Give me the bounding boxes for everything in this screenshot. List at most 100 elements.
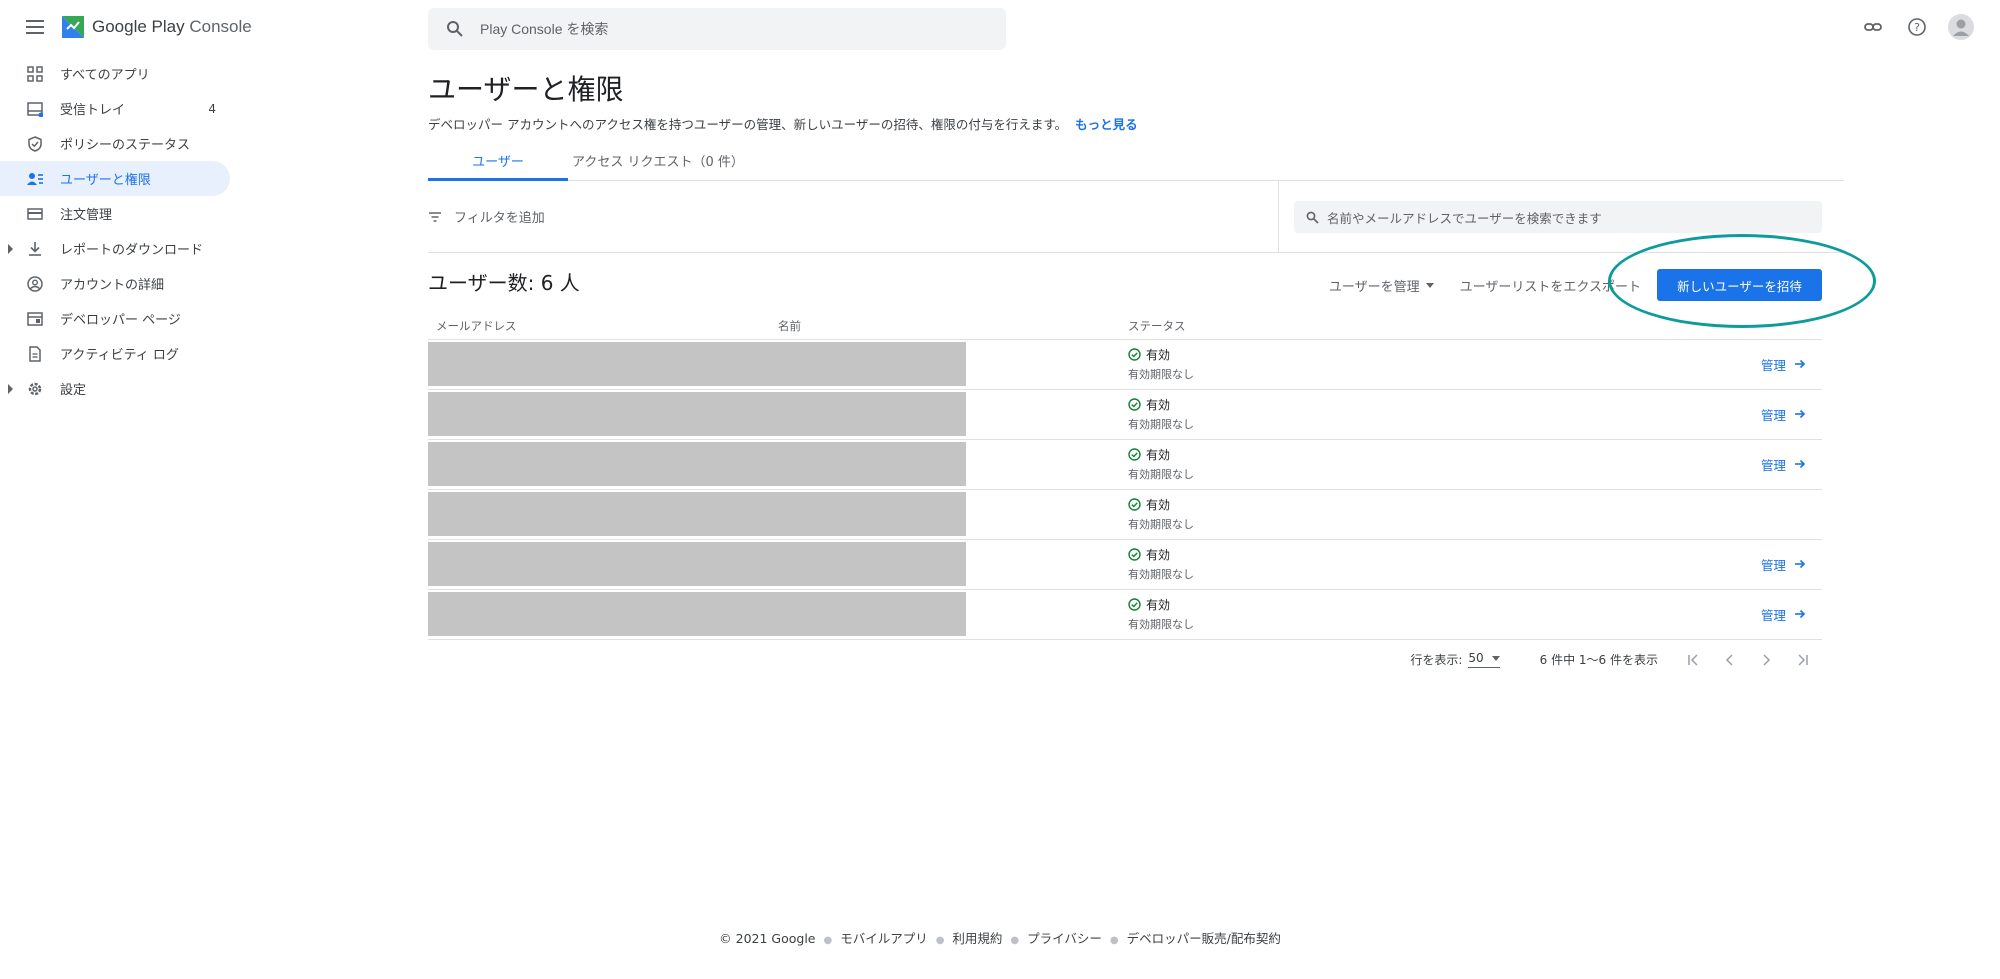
expand-caret-icon[interactable] [8, 384, 13, 394]
sidebar-item-account-details[interactable]: アカウントの詳細 [0, 266, 230, 301]
rows-per-page-select[interactable]: 50 [1468, 651, 1500, 668]
page-description: デベロッパー アカウントへのアクセス権を持つユーザーの管理、新しいユーザーの招待… [428, 114, 1838, 133]
expiry-text: 有効期限なし [1128, 368, 1194, 381]
manage-label: 管理 [1760, 557, 1786, 573]
table-row[interactable]: 有効 有効期限なし [428, 489, 1822, 540]
add-filter-button[interactable]: フィルタを追加 [428, 207, 545, 226]
sidebar-item-label: アクティビティ ログ [60, 348, 179, 363]
export-user-list-button[interactable]: ユーザーリストをエクスポート [1460, 276, 1641, 295]
sidebar-item-label: レポートのダウンロード [60, 243, 204, 258]
redacted-block [428, 592, 966, 636]
check-circle-icon [1128, 598, 1141, 611]
manage-label: 管理 [1760, 357, 1786, 373]
arrow-right-icon [1795, 459, 1806, 469]
footer-separator: ● [935, 935, 945, 946]
column-header-email[interactable]: メールアドレス [428, 313, 778, 340]
sidebar-item-download-reports[interactable]: レポートのダウンロード [0, 231, 230, 266]
footer-link-mobile-app[interactable]: モバイルアプリ [840, 931, 928, 946]
check-circle-icon [1128, 548, 1141, 561]
sidebar-item-policy-status[interactable]: ポリシーのステータス [0, 126, 230, 161]
sidebar-item-settings[interactable]: 設定 [0, 371, 230, 406]
status-badge: 有効 [1146, 548, 1171, 562]
footer-link-terms[interactable]: 利用規約 [952, 931, 1002, 946]
table-row[interactable]: 有効 有効期限なし 管理 [428, 439, 1822, 490]
table-row[interactable]: 有効 有効期限なし 管理 [428, 589, 1822, 640]
table-row[interactable]: 有効有効期限なし 管理 [428, 339, 1822, 390]
account-icon [26, 275, 44, 293]
search-icon [447, 21, 463, 37]
footer-separator: ● [1109, 935, 1119, 946]
inbox-count-badge: 4 [208, 101, 216, 116]
column-header-status[interactable]: ステータス [1128, 313, 1489, 340]
table-row[interactable]: 有効 有効期限なし 管理 [428, 539, 1822, 590]
footer-separator: ● [823, 935, 833, 946]
sidebar-item-label: アカウントの詳細 [60, 278, 165, 293]
dropdown-arrow-icon [1491, 655, 1500, 661]
tab-users[interactable]: ユーザー [428, 151, 568, 181]
manage-user-link[interactable]: 管理 [1488, 439, 1822, 490]
redacted-user-cell [428, 489, 1128, 540]
sidebar-item-label: ユーザーと権限 [60, 173, 151, 188]
sidebar-item-activity-log[interactable]: アクティビティ ログ [0, 336, 230, 371]
redacted-user-cell [428, 539, 1128, 590]
sidebar-item-users-permissions[interactable]: ユーザーと権限 [0, 161, 230, 196]
logo-google-text: Google Play [92, 17, 185, 36]
status-badge: 有効 [1146, 348, 1171, 362]
status-cell: 有効 有効期限なし [1128, 539, 1489, 590]
last-page-icon[interactable] [1792, 650, 1812, 670]
table-row[interactable]: 有効 有効期限なし 管理 [428, 389, 1822, 440]
sidebar-item-label: 注文管理 [60, 208, 113, 223]
redacted-user-cell [428, 589, 1128, 640]
sidebar-item-order-management[interactable]: 注文管理 [0, 196, 230, 231]
redacted-block [428, 542, 966, 586]
column-header-name[interactable]: 名前 [778, 313, 1128, 340]
sidebar-item-label: 設定 [60, 383, 87, 398]
manage-users-dropdown[interactable]: ユーザーを管理 [1329, 276, 1434, 295]
arrow-right-icon [1795, 409, 1806, 419]
play-console-logo[interactable]: Google Play Console [60, 14, 252, 40]
redacted-block [428, 442, 966, 486]
manage-user-cell-empty [1488, 489, 1822, 540]
users-table: メールアドレス 名前 ステータス 有効 有効期限なし 管理 有効 有効期限なし 管理… [428, 313, 1822, 640]
footer-separator: ● [1010, 935, 1020, 946]
expand-caret-icon[interactable] [8, 244, 13, 254]
avatar-icon[interactable] [1948, 14, 1974, 40]
invite-new-user-button[interactable]: 新しいユーザーを招待 [1657, 269, 1822, 301]
arrow-right-icon [1795, 609, 1806, 619]
sidebar-item-developer-page[interactable]: デベロッパー ページ [0, 301, 230, 336]
next-page-icon[interactable] [1756, 650, 1776, 670]
tab-bar: ユーザー アクセス リクエスト（0 件） [428, 151, 1844, 181]
first-page-icon[interactable] [1684, 650, 1704, 670]
status-badge: 有効 [1146, 598, 1171, 612]
redacted-block [428, 492, 966, 536]
expiry-text: 有効期限なし [1128, 418, 1194, 431]
previous-page-icon[interactable] [1720, 650, 1740, 670]
grid-icon [26, 65, 44, 83]
manage-user-link[interactable]: 管理 [1488, 389, 1822, 440]
expiry-text: 有効期限なし [1128, 518, 1194, 531]
help-icon[interactable]: ? [1904, 14, 1930, 40]
logo-console-text: Console [189, 17, 252, 36]
manage-user-link[interactable]: 管理 [1488, 539, 1822, 590]
footer-link-privacy[interactable]: プライバシー [1027, 931, 1102, 946]
tab-access-requests[interactable]: アクセス リクエスト（0 件） [568, 151, 748, 181]
status-cell: 有効 有効期限なし [1128, 339, 1489, 390]
user-search-placeholder: 名前やメールアドレスでユーザーを検索できます [1327, 210, 1602, 226]
global-search-input[interactable]: Play Console を検索 [428, 8, 1006, 50]
link-icon[interactable] [1860, 14, 1886, 40]
redacted-block [428, 342, 966, 386]
sidebar-item-label: 受信トレイ [60, 103, 126, 118]
sidebar-item-all-apps[interactable]: すべてのアプリ [0, 56, 230, 91]
arrow-right-icon [1795, 559, 1806, 569]
manage-user-link[interactable]: 管理 [1488, 589, 1822, 640]
check-circle-icon [1128, 498, 1141, 511]
learn-more-link[interactable]: もっと見る [1075, 117, 1138, 132]
manage-user-link[interactable]: 管理 [1488, 339, 1822, 390]
footer-link-distribution-agreement[interactable]: デベロッパー販売/配布契約 [1127, 931, 1281, 946]
redacted-user-cell [428, 339, 1128, 390]
menu-icon[interactable] [22, 16, 48, 40]
user-search-input[interactable]: 名前やメールアドレスでユーザーを検索できます [1294, 201, 1822, 233]
sidebar-item-inbox[interactable]: 受信トレイ 4 [0, 91, 230, 126]
search-icon [1306, 211, 1319, 224]
svg-text:?: ? [1914, 21, 1920, 34]
